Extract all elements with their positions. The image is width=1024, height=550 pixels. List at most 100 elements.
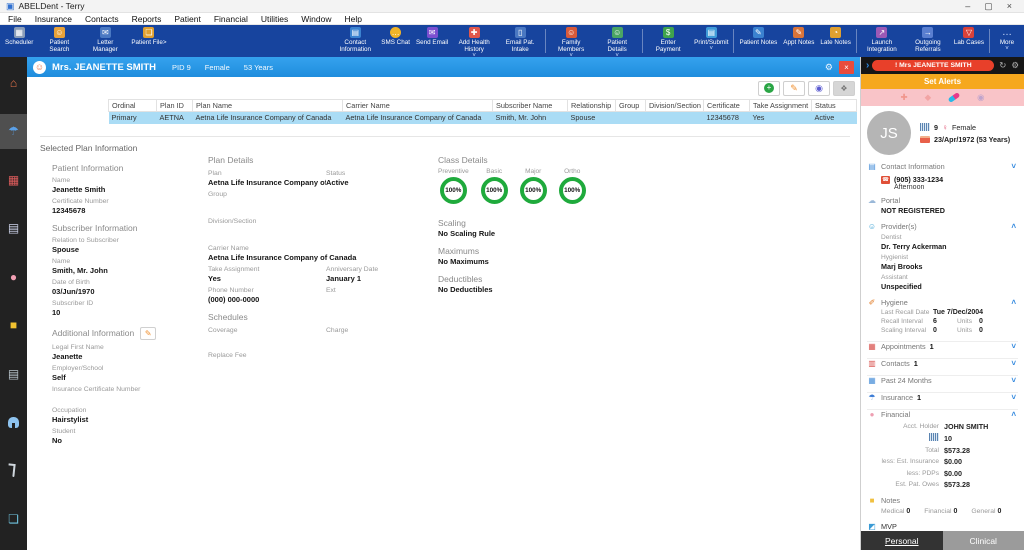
section-count: 1	[917, 393, 921, 402]
menu-window[interactable]: Window	[301, 14, 331, 24]
toolbar-patient-search-button[interactable]: ☺ Patient Search	[36, 25, 82, 57]
providers-section[interactable]: ☺ Provider(s) ˄	[867, 222, 1018, 231]
patient-alert-pill[interactable]: ! Mrs JEANETTE SMITH	[872, 60, 994, 71]
rail-insurance-button[interactable]: ☂	[0, 114, 27, 150]
col-status[interactable]: Status	[812, 100, 857, 112]
toolbar-scheduler-button[interactable]: ▦ Scheduler	[2, 25, 36, 57]
phone-number: (905) 333-1234	[894, 175, 943, 184]
cell-relationship: Spouse	[568, 112, 616, 124]
toolbar-late-notes-button[interactable]: ◔ Late Notes	[817, 25, 853, 57]
refresh-icon[interactable]: ↻	[999, 60, 1006, 71]
tab-clinical[interactable]: Clinical	[943, 531, 1024, 550]
chevron-down-icon[interactable]: ˅	[1011, 342, 1018, 351]
rail-notes-button[interactable]: ■	[0, 308, 27, 344]
maximize-button[interactable]: ▢	[984, 2, 993, 11]
rail-financial-button[interactable]: ●	[0, 259, 27, 295]
toolbar-print-submit-button[interactable]: ▤ Print/Submit ˅	[691, 25, 731, 57]
menu-utilities[interactable]: Utilities	[261, 14, 288, 24]
toolbar-letter-manager-button[interactable]: ✉ Letter Manager	[82, 25, 128, 57]
menu-contacts[interactable]: Contacts	[85, 14, 119, 24]
toolbar-contact-information-button[interactable]: ▤ Contact Information	[332, 25, 378, 57]
plan-tool-button[interactable]: ❖	[833, 81, 855, 96]
cell-take-assignment: Yes	[750, 112, 812, 124]
menu-insurance[interactable]: Insurance	[35, 14, 72, 24]
close-button[interactable]: ×	[1007, 2, 1012, 11]
rail-imaging-button[interactable]: ❏	[0, 502, 27, 538]
contacts-section[interactable]: ▥ Contacts 1 ˅	[867, 358, 1018, 368]
minimize-button[interactable]: –	[965, 2, 970, 11]
rail-treatment-plan-button[interactable]: ▤	[0, 211, 27, 247]
toolbar-launch-integration-button[interactable]: ↗ Launch Integration	[859, 25, 905, 57]
insurance-section[interactable]: ☂ Insurance 1 ˅	[867, 392, 1018, 402]
pencil-icon: ✎	[790, 83, 798, 94]
rail-perio-button[interactable]	[0, 453, 27, 489]
medical-kit-alert-icon[interactable]: ✚	[900, 93, 907, 102]
toolbar-enter-payment-button[interactable]: $ Enter Payment	[645, 25, 691, 57]
toolbar-outgoing-referrals-button[interactable]: → Outgoing Referrals	[905, 25, 951, 57]
set-alerts-button[interactable]: Set Alerts	[861, 74, 1024, 89]
chevron-down-icon[interactable]: ˅	[1011, 376, 1018, 385]
toolbar-family-members-button[interactable]: ☺ Family Members ˅	[548, 25, 594, 57]
hygiene-section[interactable]: ✐ Hygiene ˄	[867, 298, 1018, 307]
toolbar-more-button[interactable]: … More ˅	[992, 25, 1022, 57]
col-ordinal[interactable]: Ordinal	[109, 100, 157, 112]
col-subscriber-name[interactable]: Subscriber Name	[493, 100, 568, 112]
medication-alert-icon[interactable]	[948, 92, 961, 103]
rail-clinical-chart-button[interactable]	[0, 405, 27, 441]
add-plan-button[interactable]: +	[758, 81, 780, 96]
allergy-alert-icon[interactable]: ◆	[925, 93, 932, 102]
rail-documents-button[interactable]: ▤	[0, 356, 27, 392]
menu-financial[interactable]: Financial	[214, 14, 248, 24]
contact-information-section[interactable]: ▤ Contact Information ˅	[867, 162, 1018, 171]
table-row[interactable]: Primary AETNA Aetna Life Insurance Compa…	[109, 112, 857, 124]
chevron-down-icon[interactable]: ˅	[1011, 359, 1018, 368]
chevron-up-icon[interactable]: ˄	[1011, 410, 1018, 419]
col-carrier-name[interactable]: Carrier Name	[343, 100, 493, 112]
col-relationship[interactable]: Relationship	[568, 100, 616, 112]
notes-section[interactable]: ■ Notes	[867, 496, 1018, 505]
rail-home-button[interactable]: ⌂	[0, 65, 27, 101]
chevron-up-icon[interactable]: ˄	[1011, 222, 1018, 231]
settings-gear-icon[interactable]: ⚙	[1011, 60, 1019, 71]
phone-icon: ☎	[881, 176, 890, 184]
chevron-down-icon[interactable]: ˅	[1011, 162, 1018, 171]
menu-reports[interactable]: Reports	[132, 14, 162, 24]
toolbar-patient-file-button[interactable]: ❏ Patient File>	[128, 25, 169, 57]
financial-section[interactable]: ● Financial ˄	[867, 409, 1018, 419]
collapse-panel-icon[interactable]: ›	[866, 60, 869, 71]
chevron-up-icon[interactable]: ˄	[1011, 298, 1018, 307]
col-plan-id[interactable]: Plan ID	[157, 100, 193, 112]
chevron-down-icon[interactable]: ˅	[1011, 393, 1018, 402]
col-group[interactable]: Group	[616, 100, 646, 112]
toolbar-add-health-history-button[interactable]: ✚ Add Health History ˅	[451, 25, 497, 57]
field-value: Dr. Terry Ackerman	[881, 242, 1018, 251]
col-take-assignment[interactable]: Take Assignment	[750, 100, 812, 112]
menu-help[interactable]: Help	[345, 14, 362, 24]
mvp-section[interactable]: ◩ MVP	[867, 522, 1018, 531]
edit-plan-button[interactable]: ✎	[783, 81, 805, 96]
toolbar-lab-cases-button[interactable]: ▽ Lab Cases	[951, 25, 987, 57]
menu-file[interactable]: File	[8, 14, 22, 24]
tab-personal[interactable]: Personal	[861, 531, 943, 550]
plan-status-button[interactable]: ◉	[808, 81, 830, 96]
scaling-value: No Scaling Rule	[438, 229, 860, 238]
toolbar-email-pat-intake-button[interactable]: ▯ Email Pat. Intake	[497, 25, 543, 57]
toolbar-appt-notes-button[interactable]: ✎ Appt Notes	[780, 25, 817, 57]
info-alert-icon[interactable]: ◉	[977, 93, 984, 102]
col-division-section[interactable]: Division/Section	[646, 100, 704, 112]
toolbar-patient-details-button[interactable]: ☺ Patient Details ˅	[594, 25, 640, 57]
col-certificate[interactable]: Certificate	[704, 100, 750, 112]
past-24-months-section[interactable]: ▦ Past 24 Months ˅	[867, 375, 1018, 385]
col-plan-name[interactable]: Plan Name	[193, 100, 343, 112]
menu-patient[interactable]: Patient	[174, 14, 200, 24]
toolbar-sms-chat-button[interactable]: … SMS Chat	[378, 25, 413, 57]
edit-additional-info-button[interactable]: ✎	[140, 327, 156, 340]
piggy-bank-icon: ●	[10, 270, 17, 284]
banner-close-button[interactable]: ×	[839, 61, 854, 74]
toolbar-patient-notes-button[interactable]: ✎ Patient Notes	[736, 25, 780, 57]
rail-appointments-button[interactable]: ▦	[0, 162, 27, 198]
appointments-section[interactable]: ▦ Appointments 1 ˅	[867, 341, 1018, 351]
avatar: JS	[867, 111, 911, 155]
toolbar-send-email-button[interactable]: ✉ Send Email	[413, 25, 451, 57]
banner-gear-icon[interactable]: ⚙	[825, 62, 833, 73]
